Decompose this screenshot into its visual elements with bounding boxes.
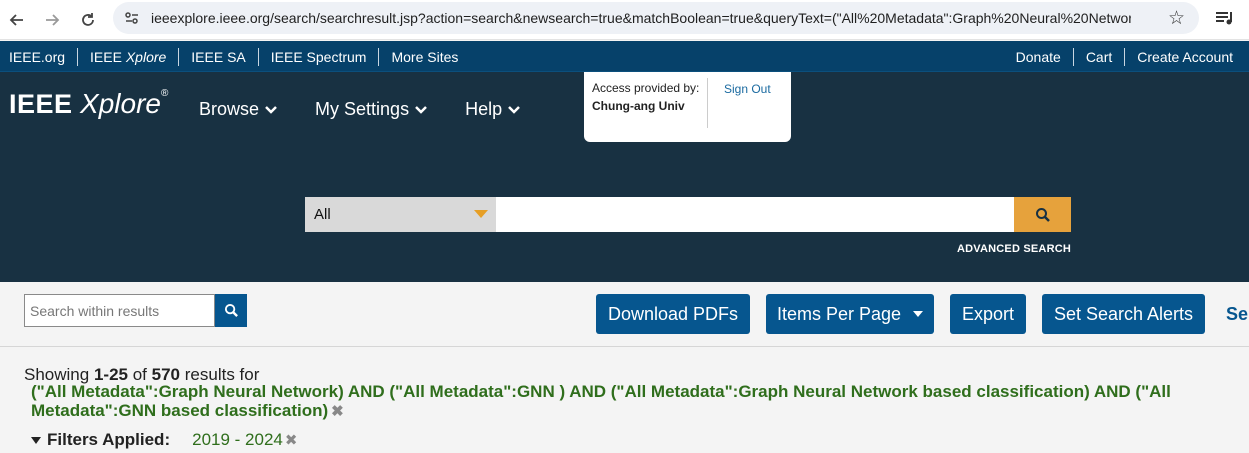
link-cart[interactable]: Cart	[1074, 47, 1126, 66]
logo-ieee: IEEE	[9, 89, 73, 119]
export-button[interactable]: Export	[950, 294, 1026, 334]
remove-query-icon[interactable]: ✖	[331, 402, 344, 421]
advanced-search-link[interactable]: ADVANCED SEARCH	[957, 243, 1071, 255]
search-query-text: ("All Metadata":Graph Neural Network) AN…	[31, 382, 1171, 420]
url-text[interactable]: ieeexplore.ieee.org/search/searchresult.…	[151, 10, 1131, 26]
search-query: ("All Metadata":Graph Neural Network) AN…	[31, 382, 1246, 421]
search-within-results: Search within results	[24, 294, 247, 327]
ieee-xplore-logo[interactable]: IEEE Xplore®	[9, 88, 168, 120]
link-create-account[interactable]: Create Account	[1125, 48, 1249, 66]
media-queue-icon[interactable]	[1213, 7, 1237, 31]
back-icon[interactable]	[4, 7, 30, 33]
institution-name: Chung-ang Univ	[592, 99, 685, 113]
search-within-input[interactable]: Search within results	[24, 294, 215, 327]
logo-registered: ®	[160, 88, 169, 99]
search-icon	[1035, 207, 1050, 222]
link-xplore-italic: Xplore	[125, 48, 167, 65]
filter-year-range: 2019 - 2024	[192, 430, 283, 449]
filters-applied: Filters Applied: 2019 - 2024 ✖	[31, 430, 297, 450]
sign-out-link[interactable]: Sign Out	[724, 82, 771, 96]
reload-icon[interactable]	[75, 7, 101, 33]
caret-down-icon	[474, 210, 488, 218]
site-header: IEEE Xplore® Browse My Settings Help Acc…	[0, 72, 1249, 282]
chevron-down-icon	[265, 105, 277, 114]
link-ieee-xplore[interactable]: IEEE Xplore	[78, 47, 180, 66]
nav-my-settings-label: My Settings	[315, 99, 410, 119]
search-button[interactable]	[1014, 197, 1071, 232]
collapse-triangle-icon[interactable]	[31, 436, 41, 444]
link-more-sites[interactable]: More Sites	[379, 48, 470, 66]
items-per-page-button[interactable]: Items Per Page	[766, 294, 934, 334]
link-donate[interactable]: Donate	[1004, 47, 1074, 66]
link-ieee-org[interactable]: IEEE.org	[0, 47, 79, 66]
access-divider	[707, 78, 708, 128]
global-search: All	[305, 197, 1071, 232]
address-bar[interactable]: ieeexplore.ieee.org/search/searchresult.…	[113, 2, 1199, 34]
ieee-utility-bar: IEEE.org IEEE Xplore IEEE SA IEEE Spectr…	[0, 41, 1249, 72]
nav-browse[interactable]: Browse	[199, 99, 278, 120]
caret-down-icon	[913, 311, 924, 317]
items-per-page-label: Items Per Page	[776, 303, 902, 324]
bookmark-star-icon[interactable]: ☆	[1168, 7, 1185, 30]
browser-toolbar: ieeexplore.ieee.org/search/searchresult.…	[0, 0, 1249, 40]
truncated-toolbar-link[interactable]: Se	[1226, 304, 1248, 325]
chevron-down-icon	[508, 105, 520, 114]
nav-help[interactable]: Help	[465, 99, 521, 120]
global-search-input[interactable]	[496, 197, 1014, 232]
nav-my-settings[interactable]: My Settings	[315, 99, 428, 120]
site-info-icon[interactable]	[123, 9, 141, 27]
search-within-button[interactable]	[215, 294, 247, 327]
nav-browse-label: Browse	[199, 99, 260, 119]
nav-help-label: Help	[465, 99, 503, 119]
access-label: Access provided by:	[592, 81, 700, 95]
results-toolbar: Search within results Download PDFs Item…	[0, 282, 1249, 347]
search-category-select[interactable]: All	[305, 197, 496, 232]
link-ieee-sa[interactable]: IEEE SA	[179, 47, 259, 66]
search-icon	[224, 303, 238, 317]
remove-filter-icon[interactable]: ✖	[285, 431, 298, 449]
access-panel: Access provided by: Chung-ang Univ Sign …	[584, 72, 791, 142]
set-search-alerts-button[interactable]: Set Search Alerts	[1042, 294, 1205, 334]
results-summary: Showing 1-25 of 570 results for ("All Me…	[0, 347, 1249, 453]
link-ieee-spectrum[interactable]: IEEE Spectrum	[259, 47, 380, 66]
main-nav: Browse My Settings Help	[199, 99, 558, 120]
search-category-value: All	[314, 206, 331, 223]
logo-xplore: Xplore	[80, 88, 161, 119]
filters-applied-title[interactable]: Filters Applied:	[47, 430, 170, 450]
chevron-down-icon	[415, 105, 427, 114]
forward-icon[interactable]	[39, 7, 65, 33]
download-pdfs-button[interactable]: Download PDFs	[596, 294, 750, 334]
